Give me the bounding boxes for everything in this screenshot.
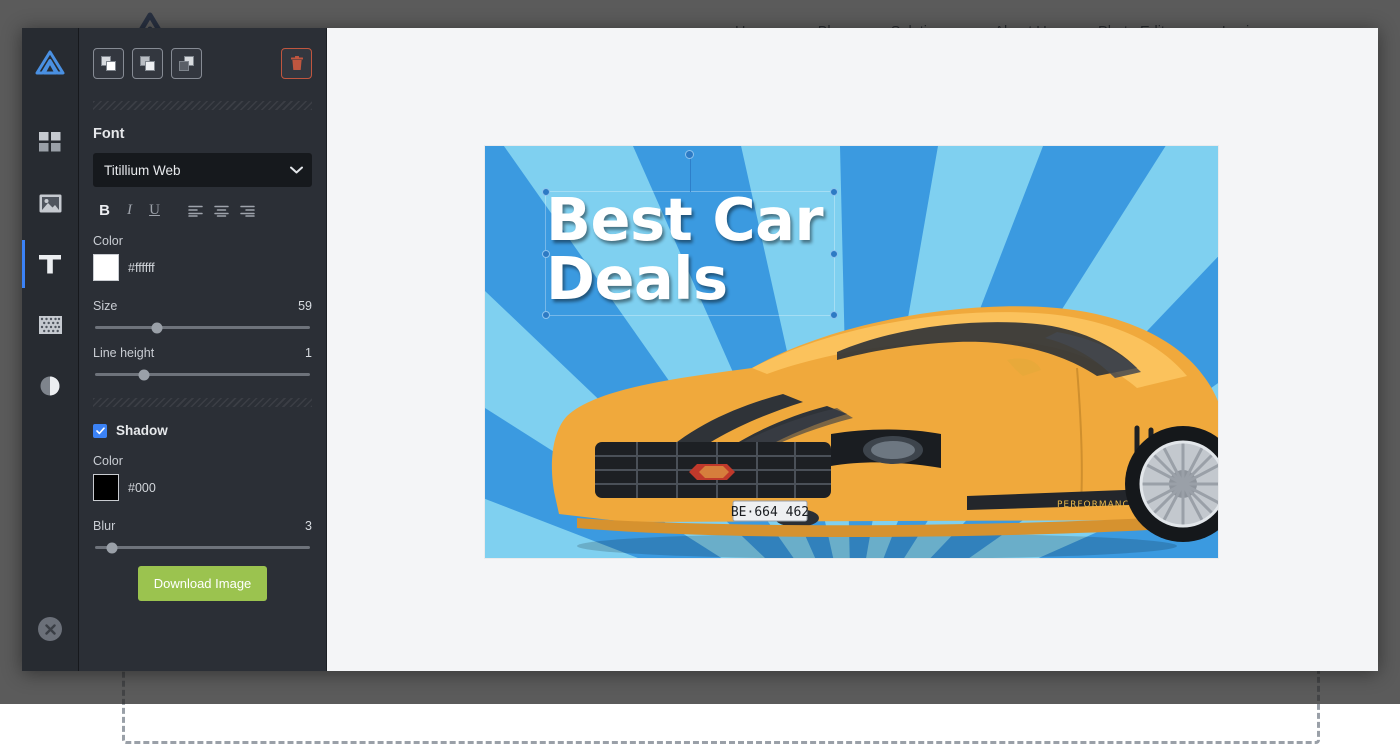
bring-to-front-button[interactable]	[132, 48, 163, 79]
text-color-hex: #ffffff	[128, 261, 155, 275]
download-wrap: Download Image	[93, 566, 312, 601]
layer-backward-icon	[179, 56, 195, 72]
license-plate-text: BE·664 462	[731, 505, 809, 520]
align-center-button[interactable]	[210, 200, 232, 222]
text-style-row: B I U	[93, 199, 312, 222]
text-color-swatch[interactable]	[93, 254, 119, 281]
line-height-value: 1	[305, 346, 312, 360]
shadow-color-label: Color	[93, 454, 312, 468]
align-group	[184, 200, 258, 222]
sidebar-item-templates[interactable]	[22, 124, 79, 160]
size-slider-block: Size 59	[93, 299, 312, 329]
resize-handle-top-right[interactable]	[830, 188, 838, 196]
delete-button[interactable]	[281, 48, 312, 79]
align-center-icon	[214, 205, 229, 217]
app-logo-icon[interactable]	[33, 48, 67, 78]
image-icon	[39, 194, 62, 213]
download-image-button[interactable]: Download Image	[138, 566, 268, 601]
svg-text:PERFORMANCE: PERFORMANCE	[1057, 500, 1137, 510]
layer-forward-icon	[101, 56, 117, 72]
resize-handle-middle-left[interactable]	[542, 250, 550, 258]
sidebar-item-text[interactable]	[22, 246, 79, 282]
font-select-wrap: Titillium Web	[93, 153, 312, 187]
contrast-circle-icon	[39, 375, 61, 397]
align-left-button[interactable]	[184, 200, 206, 222]
blur-slider-track[interactable]	[95, 546, 310, 549]
blur-value: 3	[305, 519, 312, 533]
rotate-line	[690, 157, 691, 192]
text-color-label: Color	[93, 234, 312, 248]
bring-forward-button[interactable]	[93, 48, 124, 79]
align-right-button[interactable]	[236, 200, 258, 222]
rail-item-list	[22, 124, 78, 404]
blur-label: Blur	[93, 519, 115, 533]
shadow-color-swatch[interactable]	[93, 474, 119, 501]
font-select[interactable]: Titillium Web	[93, 153, 312, 187]
layer-front-icon	[140, 56, 156, 72]
grid-icon	[39, 132, 61, 152]
align-right-icon	[240, 205, 255, 217]
send-backward-button[interactable]	[171, 48, 202, 79]
panel-divider-shadow	[93, 398, 312, 407]
resize-handle-middle-right[interactable]	[830, 250, 838, 258]
check-icon	[96, 427, 105, 435]
size-value: 59	[298, 299, 312, 313]
sidebar-item-stickers[interactable]	[22, 307, 79, 343]
close-x-icon	[45, 624, 56, 635]
resize-handle-bottom-left[interactable]	[542, 311, 550, 319]
canvas-area[interactable]: BE·664 462 PERFORMANCE	[327, 28, 1378, 671]
resize-handle-top-left[interactable]	[542, 188, 550, 196]
trash-icon	[290, 56, 304, 71]
sidebar-item-image[interactable]	[22, 185, 79, 221]
editor-sidebar-rail	[22, 28, 79, 671]
panel-divider-top	[93, 101, 312, 110]
rotate-handle-icon[interactable]	[685, 150, 694, 159]
resize-handle-bottom-right[interactable]	[830, 311, 838, 319]
text-object-selection[interactable]: Best Car Deals	[545, 191, 835, 316]
bold-button[interactable]: B	[93, 199, 116, 222]
underline-button[interactable]: U	[143, 199, 166, 222]
font-section-title: Font	[93, 126, 312, 142]
artboard[interactable]: BE·664 462 PERFORMANCE	[485, 146, 1218, 558]
line-height-slider-knob[interactable]	[139, 369, 150, 380]
size-label: Size	[93, 299, 117, 313]
line-height-slider-block: Line height 1	[93, 346, 312, 376]
text-t-icon	[38, 253, 62, 275]
size-slider-knob[interactable]	[152, 322, 163, 333]
align-left-icon	[188, 205, 203, 217]
shadow-checkbox[interactable]	[93, 424, 107, 438]
italic-button[interactable]: I	[118, 199, 141, 222]
line-height-label: Line height	[93, 346, 154, 360]
close-editor-button[interactable]	[38, 617, 62, 641]
pattern-dots-icon	[39, 316, 62, 334]
shadow-label: Shadow	[116, 423, 168, 438]
shadow-color-row: #000	[93, 474, 312, 501]
heading-text[interactable]: Best Car Deals	[546, 190, 823, 308]
blur-slider-block: Blur 3	[93, 519, 312, 549]
text-color-row: #ffffff	[93, 254, 312, 281]
size-slider-track[interactable]	[95, 326, 310, 329]
blur-slider-knob[interactable]	[107, 542, 118, 553]
line-height-slider-track[interactable]	[95, 373, 310, 376]
shadow-toggle-row[interactable]: Shadow	[93, 423, 312, 438]
shadow-color-hex: #000	[128, 481, 156, 495]
text-settings-panel: Font Titillium Web B I U	[79, 28, 327, 671]
sidebar-item-filters[interactable]	[22, 368, 79, 404]
photo-editor-modal: Font Titillium Web B I U	[22, 28, 1378, 671]
layer-toolbar	[93, 28, 312, 79]
